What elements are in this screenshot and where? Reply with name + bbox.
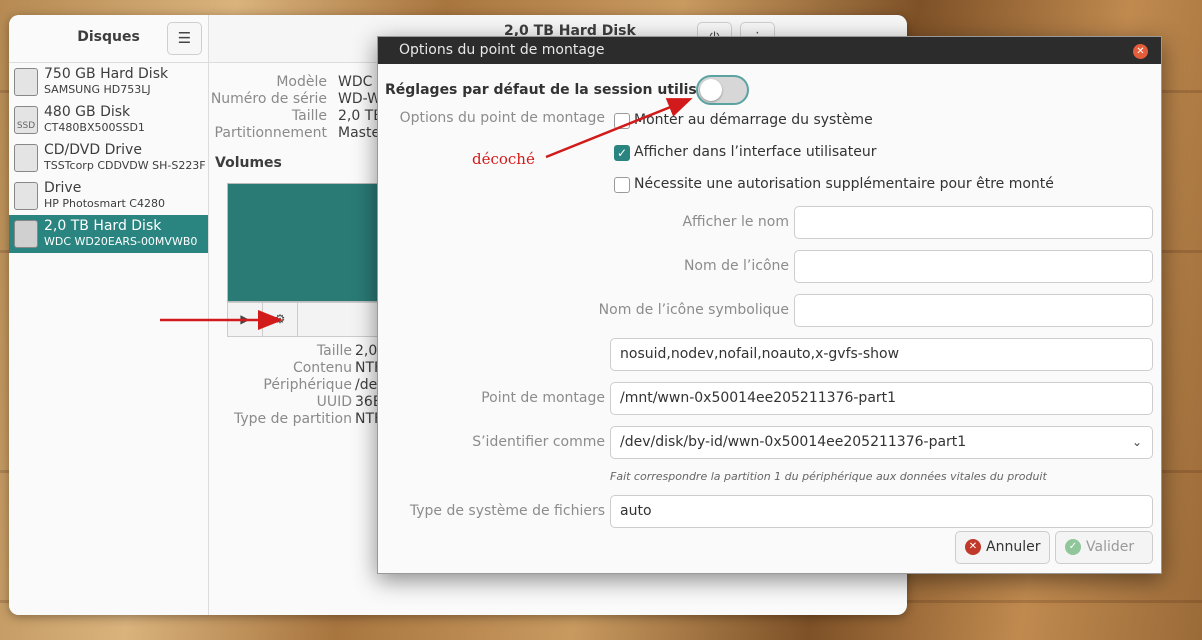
- annotation-arrow-toggle: [545, 98, 693, 159]
- annotation-arrows: [160, 98, 693, 330]
